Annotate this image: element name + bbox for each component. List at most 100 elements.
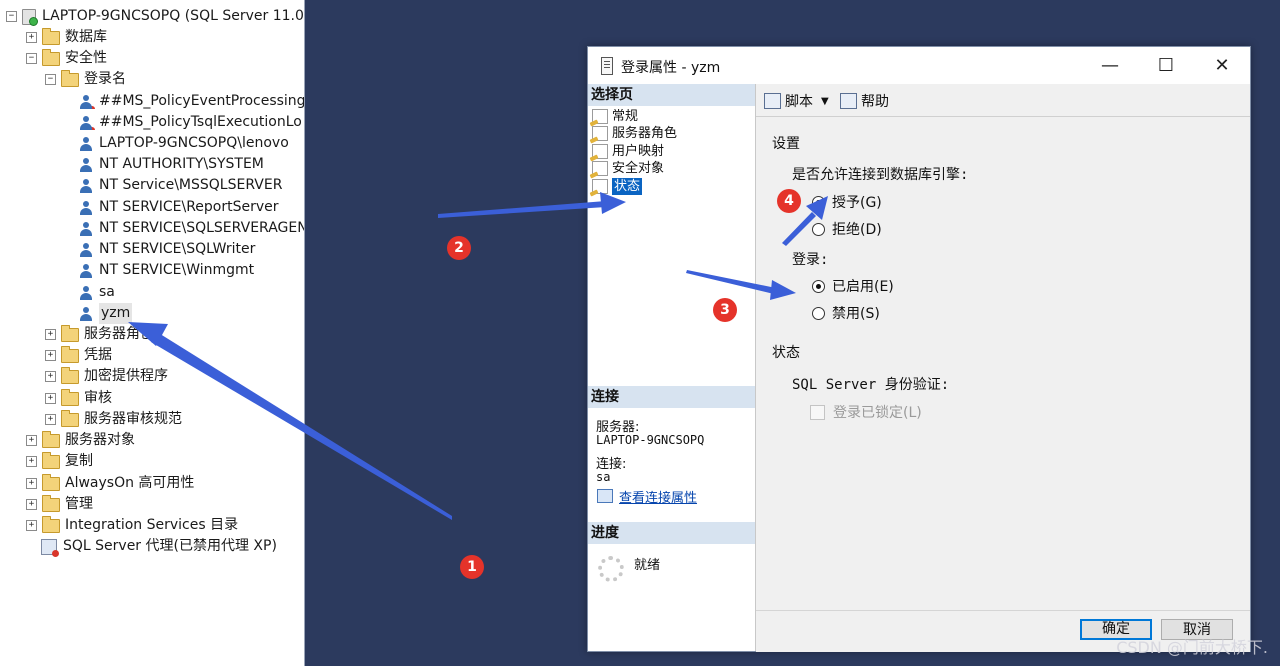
tree-node-replication[interactable]: + 复制 bbox=[26, 451, 93, 472]
progress-spinner-icon bbox=[598, 556, 624, 582]
tree-node-login[interactable]: NT SERVICE\Winmgmt bbox=[79, 260, 254, 281]
tree-node-crypto-providers[interactable]: + 加密提供程序 bbox=[45, 366, 168, 387]
tree-node-login[interactable]: sa bbox=[79, 282, 115, 303]
tree-node-login[interactable]: NT AUTHORITY\SYSTEM bbox=[79, 154, 264, 175]
login-icon bbox=[79, 242, 93, 257]
connection-value: sa bbox=[596, 470, 611, 484]
expand-icon[interactable]: + bbox=[26, 499, 37, 510]
tree-label: NT SERVICE\SQLWriter bbox=[99, 241, 256, 257]
tree-label: Integration Services 目录 bbox=[65, 517, 239, 533]
collapse-icon[interactable]: − bbox=[26, 53, 37, 64]
folder-icon bbox=[61, 324, 79, 342]
tree-label: 审核 bbox=[84, 390, 112, 406]
tree-node-server-roles[interactable]: + 服务器角色 bbox=[45, 324, 154, 345]
collapse-icon[interactable]: − bbox=[6, 11, 17, 22]
maximize-icon[interactable]: ☐ bbox=[1138, 47, 1194, 84]
page-user-mapping[interactable]: 用户映射 bbox=[592, 143, 664, 160]
tree-label: 数据库 bbox=[65, 29, 107, 45]
folder-icon bbox=[42, 27, 60, 45]
expand-icon[interactable]: + bbox=[26, 520, 37, 531]
close-icon[interactable]: ✕ bbox=[1194, 47, 1250, 84]
page-status[interactable]: 状态 bbox=[592, 178, 643, 195]
arrow-2 bbox=[438, 201, 606, 218]
connection-properties-icon bbox=[597, 489, 613, 503]
login-icon bbox=[79, 263, 93, 278]
tree-node-audit-specs[interactable]: + 服务器审核规范 bbox=[45, 409, 182, 430]
tree-node-login[interactable]: LAPTOP-9GNCSOPQ\lenovo bbox=[79, 133, 289, 154]
connection-header: 连接 bbox=[588, 386, 755, 408]
script-button[interactable]: 脚本 ▼ bbox=[764, 91, 829, 111]
login-properties-dialog: 登录属性 - yzm — ☐ ✕ 选择页 常规 服务器角色 用户映射 安全对象 … bbox=[587, 46, 1251, 652]
dialog-title: 登录属性 - yzm bbox=[621, 60, 721, 76]
page-server-roles[interactable]: 服务器角色 bbox=[592, 125, 677, 142]
help-label: 帮助 bbox=[861, 94, 889, 110]
expand-icon[interactable]: + bbox=[26, 456, 37, 467]
tree-node-server[interactable]: − LAPTOP-9GNCSOPQ (SQL Server 11.0 bbox=[6, 6, 304, 27]
tree-node-login[interactable]: NT SERVICE\SQLSERVERAGEN bbox=[79, 218, 304, 239]
tree-node-audits[interactable]: + 审核 bbox=[45, 388, 112, 409]
expand-icon[interactable]: + bbox=[45, 371, 56, 382]
tree-node-alwayson[interactable]: + AlwaysOn 高可用性 bbox=[26, 473, 194, 494]
server-value: LAPTOP-9GNCSOPQ bbox=[596, 433, 705, 447]
expand-icon[interactable]: + bbox=[45, 414, 56, 425]
deny-radio[interactable]: 拒绝(D) bbox=[812, 219, 882, 239]
tree-node-login-yzm[interactable]: yzm bbox=[79, 303, 133, 324]
tree-label: yzm bbox=[99, 303, 133, 324]
expand-icon[interactable]: + bbox=[26, 32, 37, 43]
tree-node-server-objects[interactable]: + 服务器对象 bbox=[26, 430, 135, 451]
object-explorer: − LAPTOP-9GNCSOPQ (SQL Server 11.0 + 数据库… bbox=[0, 0, 305, 666]
expand-icon[interactable]: + bbox=[26, 478, 37, 489]
login-warning-icon bbox=[79, 115, 93, 130]
expand-icon[interactable]: + bbox=[26, 435, 37, 446]
page-icon bbox=[592, 126, 608, 141]
radio-unchecked-icon[interactable] bbox=[812, 222, 825, 236]
tree-label: LAPTOP-9GNCSOPQ\lenovo bbox=[99, 135, 289, 151]
status-title: 状态 bbox=[772, 345, 800, 361]
tree-node-security[interactable]: − 安全性 bbox=[26, 48, 107, 69]
login-icon bbox=[79, 136, 93, 151]
dialog-titlebar[interactable]: 登录属性 - yzm — ☐ ✕ bbox=[588, 47, 1250, 84]
radio-checked-icon[interactable] bbox=[812, 195, 825, 209]
enabled-radio[interactable]: 已启用(E) bbox=[812, 276, 894, 296]
tree-node-management[interactable]: + 管理 bbox=[26, 494, 93, 515]
tree-node-login[interactable]: ##MS_PolicyEventProcessing bbox=[79, 91, 304, 112]
tree-node-sql-agent[interactable]: SQL Server 代理(已禁用代理 XP) bbox=[41, 536, 277, 557]
chevron-down-icon[interactable]: ▼ bbox=[821, 96, 829, 107]
tree-label: LAPTOP-9GNCSOPQ (SQL Server 11.0 bbox=[42, 8, 304, 24]
tree-node-login[interactable]: NT Service\MSSQLSERVER bbox=[79, 175, 282, 196]
grant-label: 授予(G) bbox=[832, 195, 882, 211]
expand-icon[interactable]: + bbox=[45, 329, 56, 340]
annotation-badge-2: 2 bbox=[447, 236, 471, 260]
tree-node-login[interactable]: ##MS_PolicyTsqlExecutionLo bbox=[79, 112, 302, 133]
minimize-icon[interactable]: — bbox=[1082, 47, 1138, 84]
tree-node-databases[interactable]: + 数据库 bbox=[26, 27, 107, 48]
tree-node-login[interactable]: NT SERVICE\ReportServer bbox=[79, 197, 279, 218]
login-warning-icon bbox=[79, 94, 93, 109]
expand-icon[interactable]: + bbox=[45, 350, 56, 361]
login-icon bbox=[79, 306, 93, 321]
login-label: 登录: bbox=[792, 252, 829, 268]
page-securables[interactable]: 安全对象 bbox=[592, 160, 664, 177]
help-button[interactable]: 帮助 bbox=[840, 91, 889, 111]
radio-checked-icon[interactable] bbox=[812, 279, 825, 293]
tree-label: 管理 bbox=[65, 496, 93, 512]
expand-icon[interactable]: + bbox=[45, 393, 56, 404]
collapse-icon[interactable]: − bbox=[45, 74, 56, 85]
tree-node-logins[interactable]: − 登录名 bbox=[45, 69, 126, 90]
page-label: 服务器角色 bbox=[612, 126, 678, 141]
tree-node-integration-services[interactable]: + Integration Services 目录 bbox=[26, 515, 238, 536]
tree-node-credentials[interactable]: + 凭据 bbox=[45, 345, 112, 366]
tree-node-login[interactable]: NT SERVICE\SQLWriter bbox=[79, 239, 255, 260]
login-locked-checkbox[interactable]: 登录已锁定(L) bbox=[810, 402, 922, 422]
folder-icon bbox=[61, 388, 79, 406]
disabled-radio[interactable]: 禁用(S) bbox=[812, 303, 880, 323]
help-icon bbox=[840, 93, 857, 109]
view-connection-properties-link[interactable]: 查看连接属性 bbox=[619, 487, 697, 506]
tree-label: NT Service\MSSQLSERVER bbox=[99, 177, 283, 193]
select-page-header: 选择页 bbox=[588, 84, 755, 106]
grant-radio[interactable]: 授予(G) bbox=[812, 192, 882, 212]
folder-icon bbox=[61, 409, 79, 427]
radio-unchecked-icon[interactable] bbox=[812, 306, 825, 320]
page-general[interactable]: 常规 bbox=[592, 108, 638, 125]
annotation-badge-3: 3 bbox=[713, 298, 737, 322]
